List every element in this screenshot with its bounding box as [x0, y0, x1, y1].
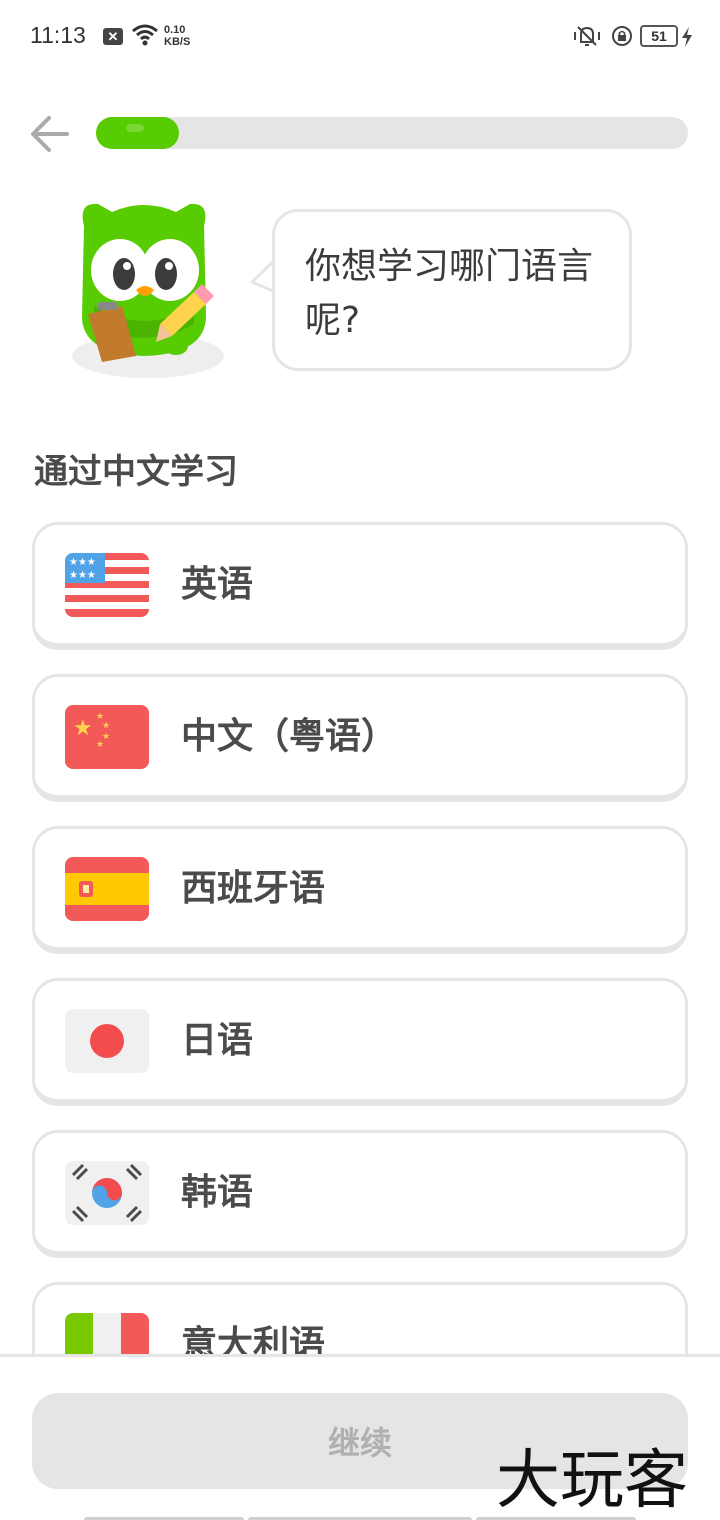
network-speed-value: 0.10 [164, 24, 186, 36]
china-flag-icon: ★ ★ ★ ★ ★ [65, 705, 149, 769]
wifi-icon [132, 24, 158, 50]
svg-text:★: ★ [73, 716, 93, 741]
language-option-korean[interactable]: 韩语 [32, 1130, 688, 1258]
vibrate-bell-icon [572, 24, 602, 52]
spain-flag-icon [65, 857, 149, 921]
battery-icon: 51 [640, 25, 678, 47]
footer: 继续 大玩客 [0, 1354, 720, 1520]
svg-text:★★★: ★★★ [69, 570, 96, 581]
svg-text:★★★: ★★★ [69, 557, 96, 568]
watermark-text: 大玩客 [496, 1444, 688, 1514]
progress-fill [96, 117, 179, 149]
italy-flag-icon [65, 1313, 149, 1354]
lesson-progress-bar [96, 117, 688, 149]
watermark-logo: 大玩客 [496, 1444, 688, 1514]
notification-x-icon: ✕ [103, 28, 123, 45]
language-label: 中文（粤语） [181, 716, 398, 757]
status-time: 11:13 [30, 22, 86, 48]
language-label: 日语 [181, 1020, 254, 1061]
svg-text:★: ★ [96, 740, 104, 750]
duo-owl-mascot [64, 196, 224, 386]
language-option-cantonese[interactable]: ★ ★ ★ ★ ★ 中文（粤语） [32, 674, 688, 802]
speech-bubble: 你想学习哪门语言呢? [272, 209, 632, 371]
korea-flag-icon [65, 1161, 149, 1225]
progress-shine [126, 124, 144, 132]
language-option-spanish[interactable]: 西班牙语 [32, 826, 688, 954]
network-speed: 0.10 KB/S [164, 24, 190, 48]
status-bar: 11:13 ✕ 0.10 KB/S 51 [0, 0, 720, 76]
battery-level: 51 [651, 28, 667, 44]
language-option-english[interactable]: ★★★ ★★★ 英语 [32, 522, 688, 650]
language-label: 韩语 [181, 1172, 254, 1213]
japan-flag-icon [65, 1009, 149, 1073]
language-label: 意大利语 [181, 1324, 326, 1354]
charging-bolt-icon [681, 27, 693, 51]
language-option-italian[interactable]: 意大利语 [32, 1282, 688, 1354]
speech-bubble-text: 你想学习哪门语言呢? [305, 246, 594, 341]
language-option-japanese[interactable]: 日语 [32, 978, 688, 1106]
language-label: 英语 [181, 564, 254, 605]
language-list[interactable]: ★★★ ★★★ 英语 ★ ★ ★ ★ ★ 中文（粤语） 西班牙语 日语 韩语 意… [32, 522, 688, 1354]
us-flag-icon: ★★★ ★★★ [65, 553, 149, 617]
continue-button-label: 继续 [327, 1424, 392, 1462]
language-label: 西班牙语 [181, 868, 326, 909]
section-title: 通过中文学习 [34, 452, 238, 492]
rotation-lock-icon [610, 24, 634, 52]
back-arrow-icon [31, 116, 69, 152]
network-speed-unit: KB/S [164, 36, 191, 48]
svg-text:★: ★ [102, 721, 110, 731]
back-button[interactable] [24, 110, 72, 158]
